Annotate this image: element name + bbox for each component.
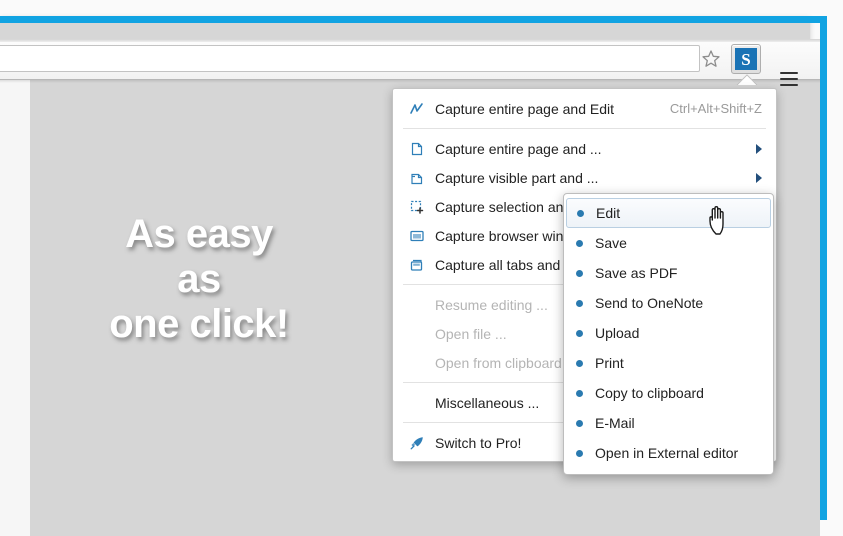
window-accent-right	[820, 16, 827, 520]
submenu-item[interactable]: Save as PDF	[564, 258, 773, 288]
page-left-margin	[0, 80, 30, 536]
submenu-item-label: E-Mail	[595, 415, 635, 431]
bullet-icon	[576, 239, 583, 247]
bullet-icon	[577, 209, 584, 217]
window-accent-top	[0, 16, 827, 23]
browser-menu-icon[interactable]	[780, 72, 798, 88]
screenshot-root: As easy as one click! S Capture entire p…	[0, 0, 843, 536]
page-icon	[409, 141, 435, 157]
submenu-item[interactable]: Open in External editor	[564, 438, 773, 468]
screenshot-extension-icon: S	[735, 48, 757, 70]
viewport-top-shadow	[0, 80, 820, 83]
bullet-icon	[576, 269, 583, 277]
promo-text: As easy as one click!	[46, 212, 352, 347]
bullet-icon	[576, 299, 583, 307]
popup-pointer-arrow	[735, 74, 757, 85]
submenu-item[interactable]: Edit	[566, 198, 771, 228]
submenu-item-label: Edit	[596, 205, 621, 221]
bookmark-star-icon[interactable]	[700, 48, 722, 70]
menu-item-label: Capture entire page and ...	[435, 140, 602, 157]
submenu-item-label: Copy to clipboard	[595, 385, 704, 401]
tabs-icon	[409, 257, 435, 273]
page-folded-icon	[409, 170, 435, 186]
submenu-item-label: Save as PDF	[595, 265, 678, 281]
submenu-arrow-icon	[756, 143, 762, 154]
submenu-item[interactable]: Send to OneNote	[564, 288, 773, 318]
promo-line-3: one click!	[109, 302, 289, 346]
menu-item-label: Capture entire page and Edit	[435, 100, 615, 117]
menu-item-label: Capture visible part and ...	[435, 169, 599, 186]
bullet-icon	[576, 359, 583, 367]
submenu-item-label: Print	[595, 355, 624, 371]
submenu-item-label: Upload	[595, 325, 640, 341]
menu-item[interactable]: Capture entire page and ...	[393, 134, 776, 163]
browser-window: As easy as one click! S Capture entire p…	[0, 16, 820, 536]
selection-add-icon	[409, 199, 435, 215]
toolbar-top-edge	[0, 39, 820, 42]
menu-separator	[403, 128, 766, 129]
submenu-item[interactable]: Save	[564, 228, 773, 258]
promo-line-1: As easy	[125, 212, 273, 256]
rocket-icon	[409, 435, 435, 451]
bullet-icon	[576, 329, 583, 337]
browser-toolbar	[0, 39, 820, 86]
bullet-icon	[576, 449, 583, 457]
submenu-arrow-icon	[756, 172, 762, 183]
bullet-icon	[576, 389, 583, 397]
bullet-icon	[576, 419, 583, 427]
pencil-edit-icon	[409, 101, 435, 117]
submenu-item[interactable]: Print	[564, 348, 773, 378]
submenu-item[interactable]: Copy to clipboard	[564, 378, 773, 408]
browser-window-icon	[409, 228, 435, 244]
address-bar[interactable]	[0, 45, 700, 72]
extension-submenu[interactable]: Edit Save Save as PDF Send to OneNote Upload…	[563, 193, 774, 475]
submenu-item-label: Send to OneNote	[595, 295, 704, 311]
menu-item[interactable]: Capture entire page and Edit Ctrl+Alt+Shi…	[393, 94, 776, 123]
extension-toolbar-button[interactable]: S	[731, 44, 761, 74]
pointing-hand-cursor	[706, 202, 734, 236]
menu-item[interactable]: Capture visible part and ...	[393, 163, 776, 192]
submenu-item[interactable]: E-Mail	[564, 408, 773, 438]
menu-item-shortcut: Ctrl+Alt+Shift+Z	[669, 101, 762, 116]
submenu-item-label: Open in External editor	[595, 445, 739, 461]
promo-line-2: as	[177, 257, 221, 301]
submenu-item-label: Save	[595, 235, 627, 251]
submenu-item[interactable]: Upload	[564, 318, 773, 348]
